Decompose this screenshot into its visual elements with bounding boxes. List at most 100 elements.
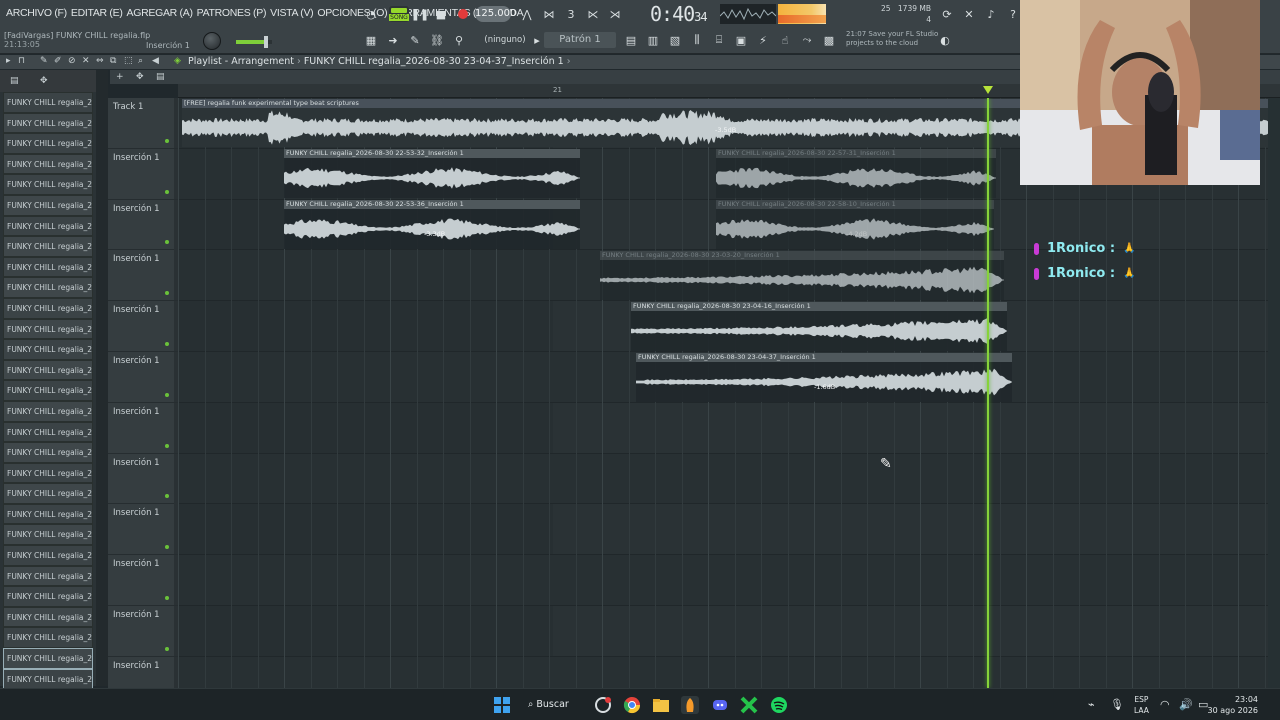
taskbar-search-button[interactable]: ⌕ Buscar — [528, 696, 578, 714]
browser-file-item[interactable]: FUNKY CHILL regalia_202... — [3, 153, 93, 175]
file-explorer-app-icon[interactable] — [652, 696, 670, 714]
browser-file-item[interactable]: FUNKY CHILL regalia_202... — [3, 359, 93, 381]
browser-icon[interactable]: ⌸ — [710, 31, 728, 49]
obs-app-icon[interactable] — [594, 696, 612, 714]
chrome-app-icon[interactable] — [623, 696, 641, 714]
track-header[interactable]: Inserción 1 — [108, 453, 178, 505]
arrangement-grid[interactable]: [FREE] regalia funk experimental type be… — [178, 98, 1268, 688]
menu-arrow-icon[interactable]: ▸ — [6, 56, 11, 66]
track-header[interactable]: Inserción 1 — [108, 250, 178, 302]
render-icon[interactable]: ⤳ — [798, 31, 816, 49]
microphone-icon[interactable]: ♪ — [982, 5, 1000, 23]
playback-icon[interactable]: ◀ — [152, 56, 159, 66]
track-active-led[interactable] — [165, 189, 169, 194]
track-active-led[interactable] — [165, 595, 169, 600]
song-mode-toggle[interactable]: SONG — [389, 6, 409, 22]
faders-icon[interactable]: ⫼ — [688, 31, 706, 49]
audio-clip[interactable]: FUNKY CHILL regalia_2026-08-30 22-53-32_… — [284, 149, 580, 198]
menu-archivo[interactable]: ARCHIVO (F) — [4, 3, 69, 25]
refresh-icon[interactable]: ⟳ — [938, 5, 956, 23]
snap-selector[interactable]: (ninguno) — [483, 32, 527, 48]
browser-file-item[interactable]: FUNKY CHILL regalia_202... — [3, 112, 93, 134]
tempo-display[interactable]: 125.000 — [475, 6, 516, 22]
move-icon[interactable]: ✥ — [136, 72, 144, 82]
track-active-led[interactable] — [165, 545, 169, 550]
stop-button[interactable]: ■ — [432, 5, 450, 23]
camtasia-app-icon[interactable] — [740, 696, 758, 714]
mixer-window-icon[interactable]: ▧ — [666, 31, 684, 49]
browser-move-icon[interactable]: ✥ — [40, 76, 48, 86]
track-active-led[interactable] — [165, 240, 169, 245]
browser-file-item[interactable]: FUNKY CHILL regalia_202... — [3, 442, 93, 463]
spotify-app-icon[interactable] — [770, 696, 788, 714]
browser-file-item[interactable]: FUNKY CHILL regalia_202... — [3, 215, 93, 237]
track-header[interactable]: Inserción 1 — [108, 301, 178, 352]
browser-file-item[interactable]: FUNKY CHILL regalia_202... — [3, 256, 93, 278]
plug-icon[interactable]: ⚡ — [754, 31, 772, 49]
browser-file-item[interactable]: FUNKY CHILL regalia_202... — [3, 236, 93, 257]
blend-notes-icon[interactable]: ⋊ — [606, 5, 624, 23]
volume-icon[interactable]: 🔊 — [1179, 698, 1193, 711]
track-active-led[interactable] — [165, 646, 169, 651]
playhead-marker[interactable] — [983, 86, 993, 94]
news-panel[interactable]: 21:07 Save your FL Studio projects to th… — [846, 30, 946, 48]
track-header[interactable]: Track 1 — [108, 98, 178, 149]
browser-file-item[interactable]: FUNKY CHILL regalia_202... — [3, 133, 93, 154]
play-pause-button[interactable]: ❚❚ — [411, 5, 429, 23]
track-active-led[interactable] — [165, 392, 169, 397]
stamp-icon[interactable]: ⚲ — [450, 31, 468, 49]
audio-clip[interactable]: FUNKY CHILL regalia_2026-08-30 23-03-20_… — [600, 251, 1004, 300]
pencil-icon[interactable]: ✎ — [406, 31, 424, 49]
slip-icon[interactable]: ⇔ — [96, 56, 104, 66]
playlist-play-icon[interactable]: ◈ — [174, 56, 181, 66]
menu-editar[interactable]: EDITAR (E) — [69, 3, 125, 25]
track-header[interactable]: Inserción 1 — [108, 199, 178, 251]
audio-clip[interactable]: FUNKY CHILL regalia_2026-08-30 22-57-31_… — [716, 149, 996, 198]
microphone-tray-icon[interactable]: 🎙 — [1110, 698, 1124, 711]
metronome-icon[interactable]: ⋀ — [518, 5, 536, 23]
wait-input-icon[interactable]: ⋈ — [540, 5, 558, 23]
browser-file-item[interactable]: FUNKY CHILL regalia_202... — [3, 565, 93, 587]
track-lane[interactable] — [178, 606, 1268, 657]
language-indicator[interactable]: ESP LAA — [1134, 694, 1149, 716]
zoom-icon[interactable]: ⌕ — [138, 56, 143, 66]
browser-file-item[interactable]: FUNKY CHILL regalia_202... — [3, 339, 93, 360]
browser-file-item[interactable]: FUNKY CHILL regalia_202... — [3, 483, 93, 504]
audio-clip[interactable]: FUNKY CHILL regalia_2026-08-30 23-04-37_… — [636, 353, 1012, 402]
browser-list-icon[interactable]: ▤ — [10, 76, 19, 86]
arrow-right-icon[interactable]: ➜ — [384, 31, 402, 49]
plugin-icon[interactable]: ▣ — [732, 31, 750, 49]
fl-studio-app-icon[interactable] — [681, 696, 699, 714]
track-active-led[interactable] — [165, 341, 169, 346]
playlist-icon[interactable]: ▤ — [622, 31, 640, 49]
track-active-led[interactable] — [165, 443, 169, 448]
browser-file-item[interactable]: FUNKY CHILL regalia_202... — [3, 545, 93, 566]
track-header[interactable]: Inserción 1 — [108, 402, 178, 454]
draw-icon[interactable]: ✎ — [40, 56, 48, 66]
browser-file-item[interactable]: FUNKY CHILL regalia_202... — [3, 421, 93, 443]
network-muted-icon[interactable]: ⌁ — [1088, 698, 1095, 711]
browser-file-item[interactable]: FUNKY CHILL regalia_202... — [3, 318, 93, 340]
browser-file-item[interactable]: FUNKY CHILL regalia_202... — [3, 503, 93, 525]
song-position-display[interactable]: 0:4034 — [650, 2, 708, 26]
menu-agregar[interactable]: AGREGAR (A) — [125, 3, 195, 25]
audio-clip[interactable]: FUNKY CHILL regalia_2026-08-30 23-04-16_… — [631, 302, 1007, 351]
browser-file-item[interactable]: FUNKY CHILL regalia_202... — [3, 648, 93, 669]
discord-app-icon[interactable] — [711, 696, 729, 714]
master-pitch-knob[interactable] — [203, 32, 221, 50]
track-header[interactable]: Inserción 1 — [108, 606, 178, 657]
mute-icon[interactable]: ✕ — [82, 56, 90, 66]
track-active-led[interactable] — [165, 494, 169, 499]
track-header[interactable]: Inserción 1 — [108, 555, 178, 606]
paint-icon[interactable]: ✐ — [54, 56, 62, 66]
browser-file-item[interactable]: FUNKY CHILL regalia_202... — [3, 297, 93, 319]
track-lane[interactable] — [178, 555, 1268, 606]
browser-file-item[interactable]: FUNKY CHILL regalia_202... — [3, 400, 93, 422]
track-lane[interactable] — [178, 504, 1268, 556]
piano-roll-icon[interactable]: ▦ — [362, 31, 380, 49]
browser-file-item[interactable]: FUNKY CHILL regalia_202... — [3, 462, 93, 484]
browser-file-item[interactable]: FUNKY CHILL regalia_202... — [3, 380, 93, 401]
track-lane[interactable] — [178, 656, 1268, 688]
record-button[interactable] — [454, 5, 472, 23]
audio-clip[interactable]: FUNKY CHILL regalia_2026-08-30 22-53-36_… — [284, 200, 580, 249]
